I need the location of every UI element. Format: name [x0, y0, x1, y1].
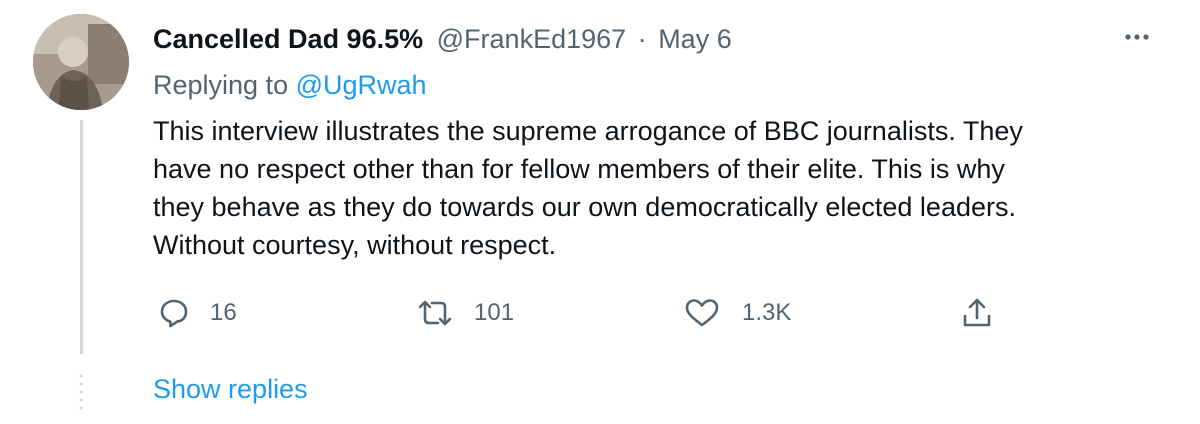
- avatar[interactable]: [33, 14, 129, 110]
- tweet-text: This interview illustrates the supreme a…: [153, 112, 1143, 264]
- tweet[interactable]: Cancelled Dad 96.5% @FrankEd1967 · May 6…: [0, 0, 1200, 424]
- action-bar: 16 101 1.3K: [0, 290, 1200, 336]
- separator: ·: [637, 24, 647, 54]
- replying-to-label: Replying to: [153, 70, 289, 100]
- retweet-button[interactable]: 101: [416, 290, 514, 336]
- tweet-text-line: they behave as they do towards our own d…: [153, 192, 1016, 222]
- tweet-header: Cancelled Dad 96.5% @FrankEd1967 · May 6: [153, 22, 732, 56]
- share-icon: [963, 298, 991, 327]
- tweet-text-line: Without courtesy, without respect.: [153, 230, 557, 260]
- reply-count: 16: [210, 299, 237, 326]
- show-replies-link[interactable]: Show replies: [153, 372, 308, 406]
- share-button[interactable]: [960, 290, 994, 336]
- replying-to-mention[interactable]: @UgRwah: [296, 70, 427, 100]
- like-count: 1.3K: [742, 299, 792, 326]
- avatar-image: [33, 14, 129, 110]
- tweet-text-line: This interview illustrates the supreme a…: [153, 116, 1023, 146]
- reply-icon: [160, 299, 188, 328]
- heart-icon: [685, 299, 719, 327]
- handle[interactable]: @FrankEd1967: [437, 24, 627, 54]
- retweet-count: 101: [474, 299, 515, 326]
- retweet-icon: [418, 300, 452, 326]
- more-icon[interactable]: [1120, 22, 1154, 52]
- like-button[interactable]: 1.3K: [684, 290, 791, 336]
- reply-button[interactable]: 16: [158, 290, 237, 336]
- replying-to: Replying to @UgRwah: [153, 68, 427, 102]
- timestamp[interactable]: May 6: [658, 24, 732, 54]
- display-name[interactable]: Cancelled Dad 96.5%: [153, 24, 423, 54]
- thread-dots: [79, 372, 83, 410]
- tweet-text-line: have no respect other than for fellow me…: [153, 154, 1005, 184]
